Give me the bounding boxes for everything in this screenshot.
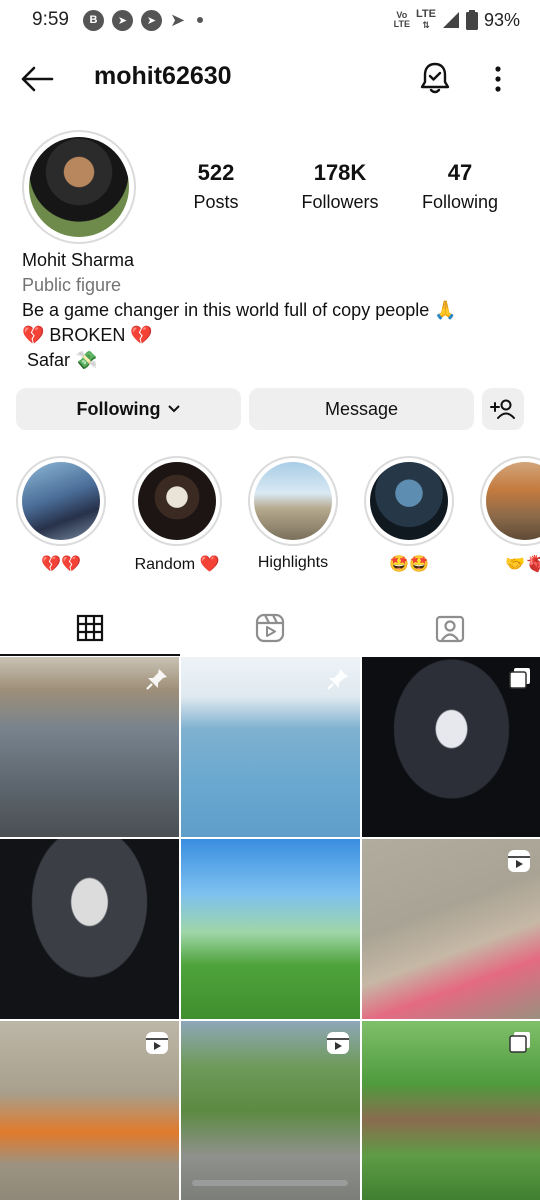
reels-icon xyxy=(255,613,285,643)
profile-tabs xyxy=(0,600,540,656)
reel-badge-icon xyxy=(508,850,530,872)
profile-bio: Mohit Sharma Public figure Be a game cha… xyxy=(22,248,522,373)
active-tab-indicator xyxy=(0,654,180,656)
profile-username: mohit62630 xyxy=(94,62,232,90)
battery-icon xyxy=(465,10,478,30)
more-vertical-icon xyxy=(495,66,501,92)
avatar-image xyxy=(29,137,129,237)
pinned-icon xyxy=(146,669,167,690)
carousel-icon xyxy=(509,1032,530,1053)
carousel-icon xyxy=(509,668,530,689)
bio-line: Safar 💸 xyxy=(22,350,98,370)
bio-line: Be a game changer in this world full of … xyxy=(22,300,457,320)
post-thumbnail[interactable] xyxy=(0,839,179,1019)
highlight-cover xyxy=(22,462,100,540)
highlight-label: 🤩🤩 xyxy=(389,556,429,573)
battery-percent: 93% xyxy=(483,9,520,30)
volte-indicator: Vo LTE xyxy=(394,11,410,29)
b-notification-letter: B xyxy=(89,14,98,26)
highlight-cover xyxy=(370,462,448,540)
status-bar: 9:59 B ➤ ➤ ➤ Vo LTE LTE ⇅ 93% xyxy=(0,0,540,40)
highlight-label: Highlights xyxy=(257,554,329,571)
highlight-label: 💔💔 xyxy=(41,556,81,573)
post-thumbnail[interactable] xyxy=(0,1021,179,1200)
highlight-ring xyxy=(16,456,106,546)
status-right: Vo LTE LTE ⇅ 93% xyxy=(394,9,520,31)
tab-reels[interactable] xyxy=(180,600,360,656)
lte-indicator: LTE ⇅ xyxy=(416,9,436,31)
more-notifications-dot-icon xyxy=(197,17,204,23)
stat-following[interactable]: 47 Following xyxy=(412,160,508,213)
notifications-button[interactable] xyxy=(418,60,452,96)
followers-count: 178K xyxy=(313,160,367,185)
highlight-cover xyxy=(486,462,540,540)
gesture-home-bar[interactable] xyxy=(192,1180,348,1186)
post-thumbnail[interactable] xyxy=(181,657,360,837)
reel-badge-icon xyxy=(146,1032,168,1054)
telegram-icon: ➤ xyxy=(111,9,133,31)
message-button-label: Message xyxy=(324,398,399,419)
highlight-label: 🤝🫀 xyxy=(505,556,540,573)
highlight-ring xyxy=(364,456,454,546)
back-button[interactable] xyxy=(20,64,54,94)
following-button[interactable]: Following xyxy=(16,388,241,430)
bio-line: 💔 BROKEN 💔 xyxy=(22,325,153,345)
highlight-item[interactable]: 🤝🫀 xyxy=(477,456,540,574)
chevron-down-icon xyxy=(168,405,181,413)
highlight-ring xyxy=(132,456,222,546)
back-arrow-icon xyxy=(21,66,54,92)
posts-count: 522 xyxy=(197,160,235,185)
highlight-ring xyxy=(248,456,338,546)
profile-category: Public figure xyxy=(22,275,122,295)
suggested-users-button[interactable] xyxy=(482,388,524,430)
bell-check-icon xyxy=(420,62,450,94)
data-arrows-icon: ⇅ xyxy=(422,20,430,30)
profile-header: mohit62630 xyxy=(0,50,540,106)
tab-grid[interactable] xyxy=(0,600,180,656)
profile-name: Mohit Sharma xyxy=(22,250,135,270)
following-count: 47 xyxy=(447,160,473,185)
b-notification-icon: B xyxy=(82,9,104,31)
post-thumbnail[interactable] xyxy=(181,839,360,1019)
post-thumbnail[interactable] xyxy=(362,657,540,837)
highlight-ring xyxy=(480,456,540,546)
highlight-item[interactable]: Random ❤️ xyxy=(129,456,225,574)
pinned-icon xyxy=(327,669,348,690)
stat-followers[interactable]: 178K Followers xyxy=(290,160,390,213)
highlight-cover xyxy=(138,462,216,540)
status-time: 9:59 xyxy=(32,9,69,30)
telegram-icon-2: ➤ xyxy=(140,9,162,31)
more-options-button[interactable] xyxy=(486,62,510,96)
post-thumbnail[interactable] xyxy=(181,1021,360,1200)
highlight-item[interactable]: Highlights xyxy=(245,456,341,572)
stat-posts[interactable]: 522 Posts xyxy=(176,160,256,213)
signal-icon xyxy=(442,12,459,28)
volte-bottom-label: LTE xyxy=(393,19,410,29)
lte-label: LTE xyxy=(416,8,436,20)
grid-icon xyxy=(76,614,104,642)
story-highlights: 💔💔 Random ❤️ Highlights 🤩🤩 🤝🫀 xyxy=(0,456,540,576)
tab-tagged[interactable] xyxy=(360,600,540,656)
highlight-label: Random ❤️ xyxy=(134,556,220,573)
message-button[interactable]: Message xyxy=(249,388,474,430)
tagged-icon xyxy=(435,615,465,643)
reel-badge-icon xyxy=(327,1032,349,1054)
following-button-label: Following xyxy=(76,398,161,419)
following-label: Following xyxy=(421,192,499,212)
telegram-plane-icon: ➤ xyxy=(169,9,186,30)
followers-label: Followers xyxy=(301,192,379,212)
highlight-cover xyxy=(254,462,332,540)
post-thumbnail[interactable] xyxy=(362,1021,540,1200)
post-thumbnail[interactable] xyxy=(0,657,179,837)
post-thumbnail[interactable] xyxy=(362,839,540,1019)
profile-avatar[interactable] xyxy=(22,130,136,244)
posts-label: Posts xyxy=(193,192,239,212)
status-left: 9:59 B ➤ ➤ ➤ xyxy=(32,9,204,31)
add-user-icon xyxy=(490,399,515,419)
highlight-item[interactable]: 🤩🤩 xyxy=(361,456,457,574)
highlight-item[interactable]: 💔💔 xyxy=(13,456,109,574)
